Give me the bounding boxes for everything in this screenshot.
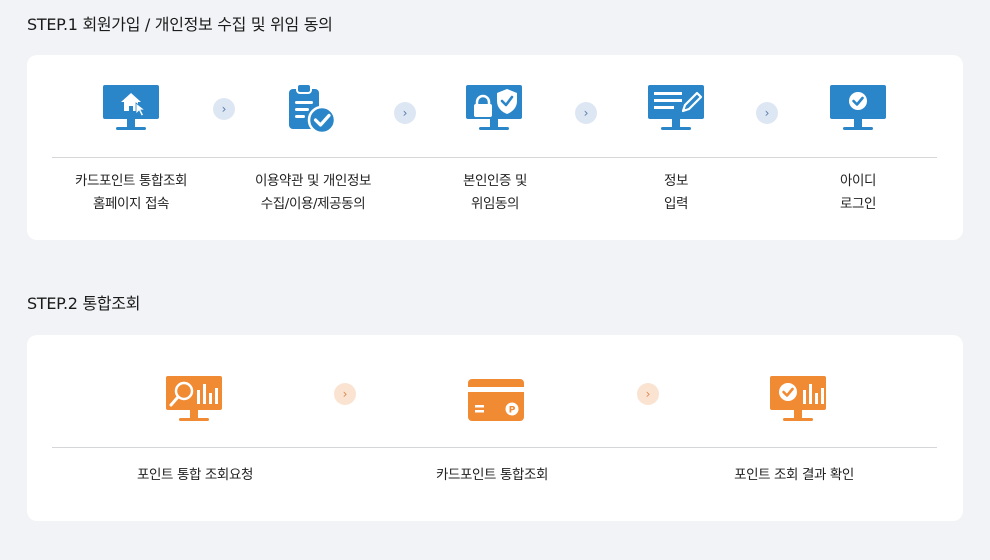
- lock-shield-monitor-icon: [466, 85, 522, 130]
- step1-title: STEP.1 회원가입 / 개인정보 수집 및 위임 동의: [27, 15, 333, 34]
- step1-card: › › › › 카드포인트 통합조회 홈페이지 접속 이용약관 및 개인정보 수…: [27, 55, 963, 240]
- step2-divider: [52, 447, 937, 448]
- step1-label-4: 정보 입력: [663, 173, 689, 212]
- next-arrow-icon: ›: [575, 102, 597, 124]
- next-arrow-icon: ›: [637, 383, 659, 405]
- next-arrow-icon: ›: [213, 98, 235, 120]
- svg-text:P: P: [509, 406, 516, 416]
- home-monitor-icon: [103, 85, 159, 130]
- step2-label-1: 포인트 통합 조회요청: [137, 467, 253, 483]
- next-arrow-icon: ›: [756, 102, 778, 124]
- next-arrow-icon: ›: [394, 102, 416, 124]
- next-arrow-icon: ›: [334, 383, 356, 405]
- step2-card: › P › 포인트 통합 조회요청 카드포인트 통합조회 포인트 조회 결과 확…: [27, 335, 963, 521]
- step1-divider: [52, 157, 937, 158]
- step1-label-1: 카드포인트 통합조회 홈페이지 접속: [74, 173, 188, 212]
- step1-label-3: 본인인증 및 위임동의: [463, 173, 527, 212]
- search-chart-monitor-icon: [166, 376, 222, 421]
- step2-title: STEP.2 통합조회: [27, 294, 141, 313]
- check-monitor-icon: [830, 85, 886, 130]
- step2-label-2: 카드포인트 통합조회: [435, 467, 549, 483]
- check-chart-monitor-icon: [770, 376, 826, 421]
- step2-label-3: 포인트 조회 결과 확인: [734, 467, 854, 483]
- edit-form-monitor-icon: [648, 85, 704, 130]
- point-card-icon: P: [468, 379, 524, 421]
- clipboard-check-icon: [289, 83, 337, 135]
- step1-label-5: 아이디 로그인: [839, 173, 877, 212]
- step1-label-2: 이용약관 및 개인정보 수집/이용/제공동의: [255, 173, 371, 212]
